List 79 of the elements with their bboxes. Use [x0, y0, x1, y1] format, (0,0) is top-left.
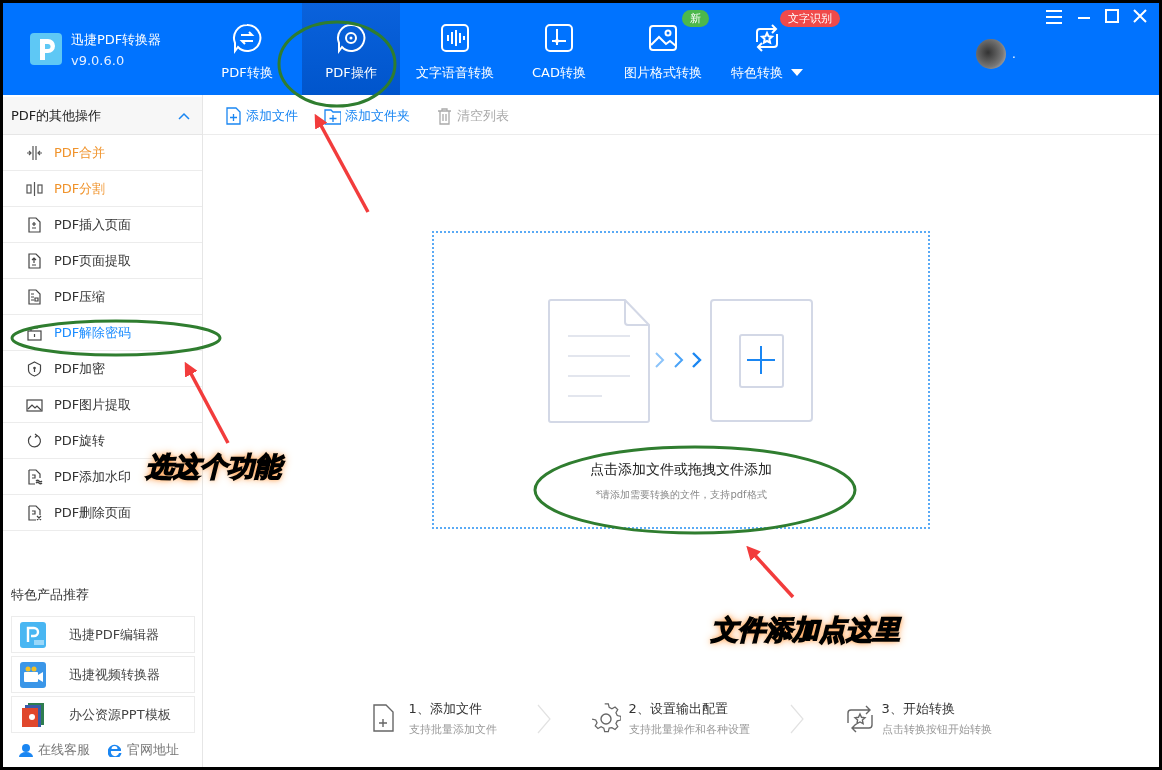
step-title: 1、添加文件: [408, 700, 483, 718]
chevron-separator-icon: [536, 703, 551, 734]
drop-zone-hint: *请添加需要转换的文件，支持pdf格式: [595, 488, 767, 502]
trash-icon: [436, 106, 453, 125]
document-plus-icon: [225, 106, 242, 125]
tab-badge: 文字识别: [780, 10, 840, 27]
app-logo-icon: [30, 33, 62, 65]
step-description: 点击转换按钮开始转换: [881, 722, 992, 737]
drop-zone-title: 点击添加文件或拖拽文件添加: [590, 461, 772, 479]
merge-arrows-icon: [26, 144, 43, 161]
split-icon: [26, 180, 43, 197]
product-card[interactable]: 迅捷PDF编辑器: [11, 616, 195, 653]
folder-plus-icon: [324, 106, 341, 125]
avatar-photo[interactable]: [976, 39, 1006, 69]
tab-badge: 新: [682, 10, 709, 27]
sidebar-item[interactable]: PDF解除密码: [24, 321, 134, 344]
step-description: 支持批量操作和各种设置: [628, 722, 750, 737]
nav-tab[interactable]: PDF转换: [198, 3, 296, 95]
nav-tab[interactable]: CAD转换: [510, 3, 608, 95]
document-delete-icon: [26, 504, 43, 521]
sidebar-item[interactable]: PDF旋转: [24, 429, 108, 452]
browser-e-icon: [108, 743, 122, 757]
document-compress-icon: [26, 288, 43, 305]
tab-label: 文字语音转换: [416, 64, 494, 82]
drop-zone[interactable]: 点击添加文件或拖拽文件添加 *请添加需要转换的文件，支持pdf格式: [432, 231, 930, 529]
sidebar-item[interactable]: PDF添加水印: [24, 465, 134, 488]
annotation-text: 文件添加点这里: [711, 613, 900, 647]
sidebar-item[interactable]: PDF图片提取: [24, 393, 134, 416]
chevron-icon: [178, 111, 190, 120]
image-icon: [647, 22, 679, 54]
toolbar-button[interactable]: 添加文件夹: [322, 106, 412, 125]
speech-bubble-arrows-icon: [231, 22, 263, 54]
picture-icon: [26, 396, 43, 413]
nav-tab[interactable]: 文字语音转换: [406, 3, 504, 95]
sidebar-section-title: PDF的其他操作: [11, 106, 102, 125]
app-version: v9.0.6.0: [71, 52, 126, 68]
video-converter-app-icon: [20, 661, 46, 688]
section-title: 特色产品推荐: [10, 586, 90, 604]
sidebar-item[interactable]: PDF页面提取: [24, 249, 134, 272]
close-icon[interactable]: [1133, 9, 1147, 23]
document-plus-minus-icon: [26, 216, 43, 233]
menu-icon[interactable]: [1045, 9, 1063, 25]
step-title: 2、设置输出配置: [628, 700, 729, 718]
footer-link[interactable]: 官网地址: [108, 741, 179, 759]
sidebar-item[interactable]: PDF删除页面: [24, 501, 134, 524]
product-card[interactable]: 办公资源PPT模板: [11, 696, 195, 733]
gear-icon: [590, 702, 621, 735]
product-name: 迅捷PDF编辑器: [69, 625, 160, 644]
pdf-editor-app-icon: [20, 621, 46, 648]
nav-tab[interactable]: PDF操作: [302, 3, 400, 95]
app-name: 迅捷PDF转换器: [71, 30, 162, 49]
footer-link[interactable]: 在线客服: [19, 741, 90, 759]
sidebar-section-header[interactable]: PDF的其他操作: [3, 95, 202, 135]
ppt-template-app-icon: [20, 701, 46, 728]
user-name: .: [1012, 47, 1016, 61]
speech-bubble-gear-icon: [335, 22, 367, 54]
tab-label: PDF操作: [325, 64, 377, 82]
sidebar-item[interactable]: PDF插入页面: [24, 213, 134, 236]
maximize-icon[interactable]: [1105, 9, 1119, 23]
step-title: 3、开始转换: [881, 700, 956, 718]
toolbar-button[interactable]: 添加文件: [223, 106, 300, 125]
rotate-icon: [26, 432, 43, 449]
product-card[interactable]: 迅捷视频转换器: [11, 656, 195, 693]
document-upload-icon: [26, 252, 43, 269]
product-name: 办公资源PPT模板: [69, 705, 171, 724]
sidebar-item[interactable]: PDF加密: [24, 357, 108, 380]
tab-label: CAD转换: [532, 64, 586, 82]
chevron-separator-icon: [789, 703, 804, 734]
sidebar-item[interactable]: PDF压缩: [24, 285, 108, 308]
document-watermark-icon: [26, 468, 43, 485]
tab-label: 图片格式转换: [624, 64, 702, 82]
pointer-arrow: [746, 545, 795, 599]
tab-label: PDF转换: [221, 64, 273, 82]
step-description: 支持批量添加文件: [408, 722, 497, 737]
product-name: 迅捷视频转换器: [69, 665, 160, 684]
shield-icon: [26, 360, 43, 377]
drawing-board-icon: [543, 22, 575, 54]
tab-label: 特色转换: [731, 64, 783, 82]
sound-wave-icon: [439, 22, 471, 54]
